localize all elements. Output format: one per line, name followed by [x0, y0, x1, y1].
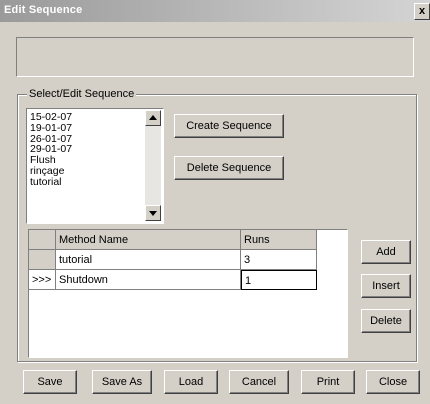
scroll-up-button[interactable] [145, 110, 161, 126]
cancel-button[interactable]: Cancel [229, 370, 289, 394]
close-button[interactable]: Close [366, 370, 420, 394]
delete-button[interactable]: Delete [361, 309, 411, 333]
arrow-down-icon [149, 211, 157, 216]
runs-cell[interactable]: 3 [241, 250, 317, 270]
insert-button[interactable]: Insert [361, 274, 411, 298]
list-item[interactable]: tutorial [30, 176, 72, 188]
create-sequence-button[interactable]: Create Sequence [174, 114, 284, 138]
sequence-list[interactable]: 15-02-07 19-01-07 26-01-07 29-01-07 Flus… [26, 108, 164, 224]
arrow-up-icon [149, 115, 157, 120]
method-cell[interactable]: tutorial [56, 250, 241, 270]
add-button[interactable]: Add [361, 240, 411, 264]
title-bar: Edit Sequence x [0, 0, 430, 22]
row-header[interactable] [29, 250, 56, 270]
method-table[interactable]: Method Name Runs tutorial 3 >>> Shutdown… [28, 229, 348, 358]
save-button[interactable]: Save [23, 370, 77, 394]
close-window-button[interactable]: x [414, 3, 430, 20]
column-header-method[interactable]: Method Name [56, 230, 241, 250]
runs-edit-field[interactable]: 1 [241, 270, 317, 290]
top-panel [16, 37, 414, 77]
window-title: Edit Sequence [4, 4, 83, 16]
list-scrollbar[interactable] [145, 110, 161, 221]
sequence-items: 15-02-07 19-01-07 26-01-07 29-01-07 Flus… [30, 112, 72, 188]
group-label: Select/Edit Sequence [27, 88, 137, 100]
scroll-down-button[interactable] [145, 205, 161, 221]
print-button[interactable]: Print [301, 370, 355, 394]
delete-sequence-button[interactable]: Delete Sequence [174, 156, 284, 180]
list-item[interactable]: 19-01-07 [30, 122, 72, 134]
row-header-current[interactable]: >>> [29, 270, 56, 290]
load-button[interactable]: Load [164, 370, 218, 394]
column-header-runs[interactable]: Runs [241, 230, 317, 250]
method-cell[interactable]: Shutdown [56, 270, 241, 290]
save-as-button[interactable]: Save As [92, 370, 152, 394]
corner-header [29, 230, 56, 250]
